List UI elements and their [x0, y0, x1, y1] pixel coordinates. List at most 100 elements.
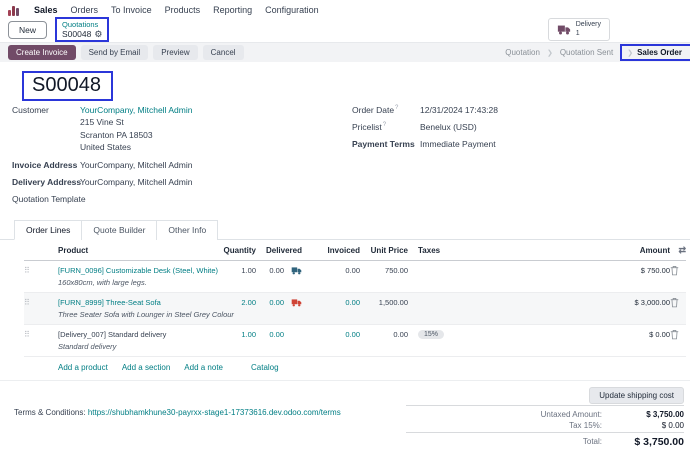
form-fields: Customer YourCompany, Mitchell Admin 215… — [12, 105, 678, 211]
add-note-link[interactable]: Add a note — [184, 363, 223, 372]
col-delivered: Delivered — [256, 246, 302, 255]
optional-columns-icon[interactable]: ⇄ — [670, 245, 686, 256]
col-unit-price: Unit Price — [360, 246, 408, 255]
order-date-label: Order Date? — [352, 105, 420, 115]
footer-section: Update shipping cost Untaxed Amount: $ 3… — [0, 381, 690, 451]
delivered-cell[interactable]: 0.00 — [256, 330, 284, 339]
order-date-value[interactable]: 12/31/2024 17:43:28 — [420, 105, 498, 115]
tab-quote-builder[interactable]: Quote Builder — [81, 220, 157, 240]
quantity-cell[interactable]: 2.00 — [218, 298, 256, 307]
delivered-cell[interactable]: 0.00 — [256, 298, 284, 307]
chevron-right-icon: ❯ — [627, 49, 633, 57]
payment-terms-value[interactable]: Immediate Payment — [420, 139, 496, 149]
col-amount: Amount — [558, 246, 670, 255]
notebook-tabs: Order Lines Quote Builder Other Info — [0, 220, 690, 240]
drag-handle-icon[interactable]: ⠿ — [24, 330, 58, 339]
unit-price-cell[interactable]: 750.00 — [360, 266, 408, 275]
unit-price-cell[interactable]: 0.00 — [360, 330, 408, 339]
status-sales-order[interactable]: Sales Order — [637, 48, 682, 57]
odoo-apps-icon[interactable] — [8, 4, 21, 16]
quantity-cell[interactable]: 1.00 — [218, 266, 256, 275]
drag-handle-icon[interactable]: ⠿ — [24, 298, 58, 307]
delivery-forecast-icon[interactable] — [284, 266, 302, 275]
breadcrumb-quotations-link[interactable]: Quotations — [62, 20, 102, 29]
table-header: Product Quantity Delivered Invoiced Unit… — [24, 240, 686, 261]
app-name[interactable]: Sales — [34, 5, 58, 15]
delivery-address-field: Delivery Address YourCompany, Mitchell A… — [12, 177, 342, 187]
action-bar: Create Invoice Send by Email Preview Can… — [0, 42, 690, 62]
customer-address-line: Scranton PA 18503 — [80, 130, 192, 141]
invoiced-cell[interactable]: 0.00 — [302, 266, 360, 275]
invoice-address-value[interactable]: YourCompany, Mitchell Admin — [80, 160, 192, 170]
table-row: ⠿ [Delivery_007] Standard delivery 1.00 … — [24, 325, 686, 357]
delete-row-icon[interactable] — [670, 265, 686, 276]
payment-terms-label: Payment Terms — [352, 139, 420, 149]
invoiced-cell[interactable]: 0.00 — [302, 298, 360, 307]
gear-icon[interactable]: ⚙ — [94, 30, 102, 39]
update-shipping-cost-button[interactable]: Update shipping cost — [589, 387, 684, 404]
order-title[interactable]: S00048 — [22, 71, 113, 101]
product-link[interactable]: [FURN_0096] Customizable Desk (Steel, Wh… — [58, 266, 218, 275]
customer-label: Customer — [12, 105, 80, 153]
pricelist-value[interactable]: Benelux (USD) — [420, 122, 477, 132]
customer-link[interactable]: YourCompany, Mitchell Admin — [80, 105, 192, 115]
delivery-late-icon[interactable] — [284, 298, 302, 307]
delivery-address-value[interactable]: YourCompany, Mitchell Admin — [80, 177, 192, 187]
col-product: Product — [58, 246, 218, 255]
delete-row-icon[interactable] — [670, 329, 686, 340]
tax-badge: 15% — [418, 330, 444, 339]
breadcrumb: Quotations S00048 ⚙ — [55, 17, 109, 42]
status-quotation-sent[interactable]: Quotation Sent — [560, 48, 613, 57]
add-section-link[interactable]: Add a section — [122, 363, 170, 372]
terms-link[interactable]: https://shubhamkhune30-payrxx-stage1-173… — [88, 408, 341, 417]
amount-cell: $ 750.00 — [558, 266, 670, 275]
help-icon: ? — [395, 105, 398, 111]
delete-row-icon[interactable] — [670, 297, 686, 308]
table-row: ⠿ [FURN_0096] Customizable Desk (Steel, … — [24, 261, 686, 293]
col-taxes: Taxes — [408, 246, 558, 255]
quotation-template-field: Quotation Template — [12, 194, 342, 204]
menu-orders[interactable]: Orders — [71, 5, 99, 15]
delivered-cell[interactable]: 0.00 — [256, 266, 284, 275]
tab-other-info[interactable]: Other Info — [156, 220, 218, 240]
product-description: Standard delivery — [58, 342, 686, 351]
delivery-button-label: Delivery — [576, 21, 601, 30]
terms-and-conditions: Terms & Conditions: https://shubhamkhune… — [14, 408, 341, 417]
unit-price-cell[interactable]: 1,500.00 — [360, 298, 408, 307]
form-sheet: S00048 Customer YourCompany, Mitchell Ad… — [0, 71, 690, 451]
delivery-address-label: Delivery Address — [12, 177, 80, 187]
breadcrumb-current: S00048 — [62, 29, 91, 39]
untaxed-amount-label: Untaxed Amount: — [541, 410, 602, 419]
preview-button[interactable]: Preview — [153, 45, 197, 60]
order-lines-table: Product Quantity Delivered Invoiced Unit… — [24, 240, 686, 357]
add-product-link[interactable]: Add a product — [58, 363, 108, 372]
status-quotation[interactable]: Quotation — [505, 48, 540, 57]
invoice-address-field: Invoice Address YourCompany, Mitchell Ad… — [12, 160, 342, 170]
payment-terms-field: Payment Terms Immediate Payment — [352, 139, 678, 149]
menu-configuration[interactable]: Configuration — [265, 5, 319, 15]
drag-handle-icon[interactable]: ⠿ — [24, 266, 58, 275]
delivery-smart-button[interactable]: Delivery 1 — [548, 18, 610, 42]
menu-to-invoice[interactable]: To Invoice — [111, 5, 152, 15]
untaxed-amount-value: $ 3,750.00 — [612, 410, 684, 419]
new-button[interactable]: New — [8, 21, 47, 39]
top-nav: Sales Orders To Invoice Products Reporti… — [0, 0, 690, 17]
menu-products[interactable]: Products — [165, 5, 201, 15]
terms-label: Terms & Conditions: — [14, 408, 86, 417]
col-invoiced: Invoiced — [302, 246, 360, 255]
product-link[interactable]: [FURN_8999] Three-Seat Sofa — [58, 298, 161, 307]
product-description: Three Seater Sofa with Lounger in Steel … — [58, 310, 686, 319]
send-by-email-button[interactable]: Send by Email — [81, 45, 149, 60]
menu-reporting[interactable]: Reporting — [213, 5, 252, 15]
invoiced-cell[interactable]: 0.00 — [302, 330, 360, 339]
product-text[interactable]: [Delivery_007] Standard delivery — [58, 330, 218, 339]
truck-icon — [557, 24, 571, 35]
quantity-cell[interactable]: 1.00 — [218, 330, 256, 339]
chevron-right-icon: ❯ — [547, 49, 553, 57]
create-invoice-button[interactable]: Create Invoice — [8, 45, 76, 60]
statusbar: Quotation ❯ Quotation Sent ❯ Sales Order — [505, 44, 682, 61]
catalog-link[interactable]: Catalog — [251, 363, 279, 372]
cancel-button[interactable]: Cancel — [203, 45, 244, 60]
product-description: 160x80cm, with large legs. — [58, 278, 686, 287]
tab-order-lines[interactable]: Order Lines — [14, 220, 82, 240]
